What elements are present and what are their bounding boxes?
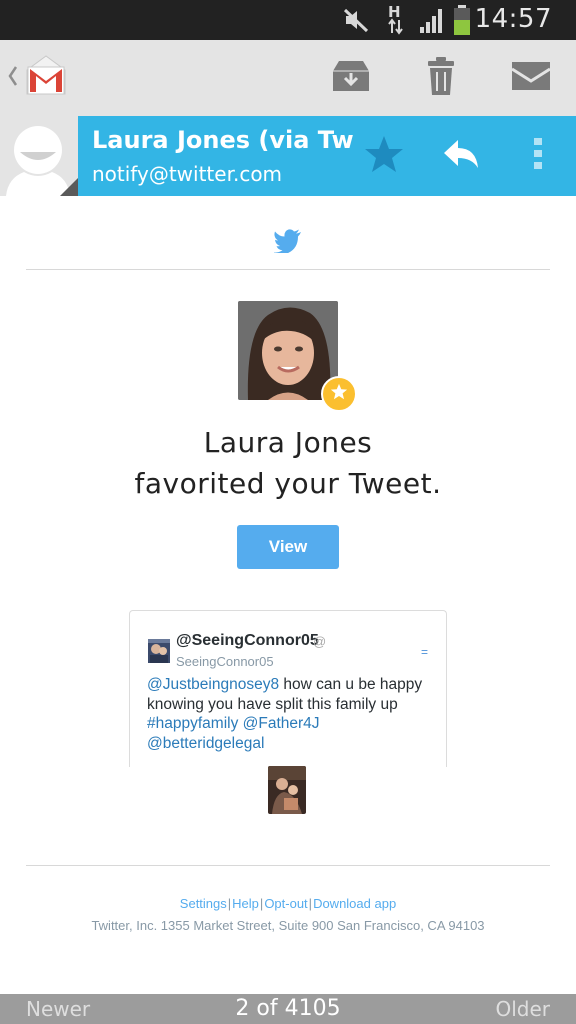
tweet-author-avatar[interactable] xyxy=(148,639,170,663)
footer-separator: | xyxy=(308,896,313,911)
sender-name: Laura Jones (via Tw… xyxy=(92,126,354,154)
status-time: 14:57 xyxy=(474,4,552,34)
action-bar xyxy=(0,40,576,116)
star-icon xyxy=(330,383,348,405)
tweet-handle[interactable]: @SeeingConnor05 xyxy=(176,632,319,650)
mark-unread-button[interactable] xyxy=(502,40,560,116)
network-h-icon: H xyxy=(386,3,408,39)
favorite-star-badge xyxy=(321,376,357,412)
mark-unread-icon xyxy=(511,61,551,95)
chevron-left-icon xyxy=(7,64,19,92)
message-header: Laura Jones (via Tw… notify@twitter.com xyxy=(0,116,576,196)
footer-separator: | xyxy=(227,896,232,911)
tweet-link[interactable]: @Justbeingnosey8 xyxy=(147,676,279,693)
footer-link-settings[interactable]: Settings xyxy=(180,896,227,911)
battery-icon xyxy=(451,4,475,40)
up-button[interactable] xyxy=(2,40,74,116)
tweet-link[interactable]: @Father4J xyxy=(243,715,320,732)
footer-link-opt-out[interactable]: Opt-out xyxy=(264,896,307,911)
overflow-menu-icon xyxy=(532,136,544,176)
tweet-link[interactable]: @betteridgelegal xyxy=(147,735,264,752)
network-type-label: H xyxy=(388,3,401,21)
headline-action: favorited your Tweet. xyxy=(134,467,442,500)
sender-avatar[interactable] xyxy=(0,116,78,196)
message-navigation-bar: Newer 2 of 4105 Older xyxy=(0,994,576,1024)
tweet-text: @Justbeingnosey8 how can u be happy know… xyxy=(147,675,439,753)
twitter-bird-icon[interactable] xyxy=(273,229,302,257)
tweet-sub-handle: SeeingConnor05 xyxy=(176,654,274,669)
footer-link-download-app[interactable]: Download app xyxy=(313,896,396,911)
muted-icon xyxy=(342,6,370,38)
sender-email: notify@twitter.com xyxy=(92,162,283,186)
view-button[interactable]: View xyxy=(237,525,339,569)
footer-link-help[interactable]: Help xyxy=(232,896,259,911)
archive-icon xyxy=(331,59,371,97)
status-bar: H 14:57 xyxy=(0,0,576,40)
gmail-icon xyxy=(23,54,69,102)
reply-icon xyxy=(442,138,480,174)
message-position: 2 of 4105 xyxy=(235,996,341,1021)
divider xyxy=(26,865,550,866)
tweet-menu-icon[interactable]: = xyxy=(421,645,428,659)
overflow-menu-button[interactable] xyxy=(510,116,566,196)
tweet-card[interactable]: @SeeingConnor05 @ SeeingConnor05 = @Just… xyxy=(129,610,447,767)
headline-name: Laura Jones xyxy=(203,426,373,459)
archive-button[interactable] xyxy=(322,40,380,116)
older-button[interactable]: Older xyxy=(495,997,550,1021)
footer-separator: | xyxy=(259,896,264,911)
tweet-media-thumbnail[interactable] xyxy=(268,766,306,814)
delete-icon xyxy=(426,56,456,100)
tweet-link[interactable]: #happyfamily xyxy=(147,715,238,732)
star-icon xyxy=(364,135,404,177)
email-body: Laura Jones favorited your Tweet. View @… xyxy=(0,196,576,994)
divider xyxy=(26,269,550,270)
reply-button[interactable] xyxy=(432,116,490,196)
footer-address: Twitter, Inc. 1355 Market Street, Suite … xyxy=(91,918,485,933)
signal-icon xyxy=(419,6,447,38)
star-button[interactable] xyxy=(356,116,412,196)
footer-links: Settings|Help|Opt-out|Download app xyxy=(0,896,576,911)
delete-button[interactable] xyxy=(412,40,470,116)
tweet-at-symbol: @ xyxy=(313,634,327,649)
